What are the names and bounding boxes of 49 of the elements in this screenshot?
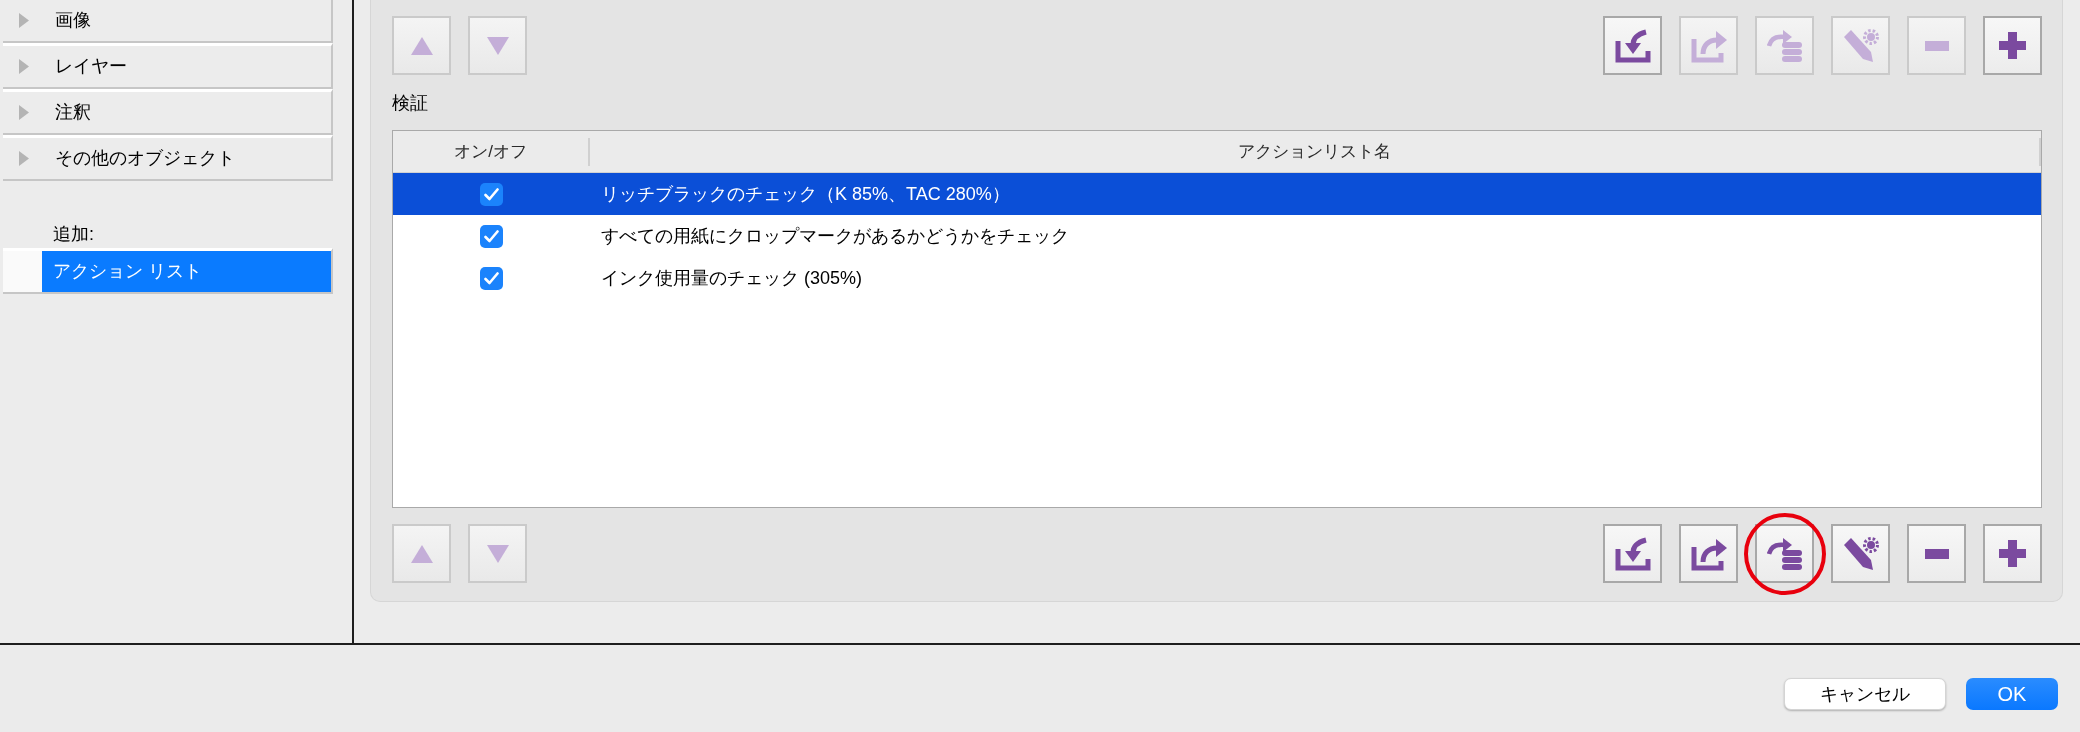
table-row[interactable]: リッチブラックのチェック（K 85%、TAC 280%） [393, 173, 2041, 215]
tray-arrow-out-icon [1690, 536, 1727, 571]
table-cell-text: インク使用量のチェック (305%) [600, 266, 863, 290]
down-triangle-icon [486, 544, 509, 563]
down-triangle-icon [486, 36, 509, 55]
send-to-list-button[interactable] [1755, 524, 1814, 583]
sidebar-item[interactable]: レイヤー [3, 43, 333, 89]
remove-button[interactable] [1907, 524, 1966, 583]
import-button[interactable] [1603, 16, 1662, 75]
up-triangle-icon [410, 36, 433, 55]
disclosure-triangle-icon [19, 151, 29, 166]
pencil-gear-icon [1842, 536, 1879, 571]
arrow-stack-icon [1766, 536, 1803, 571]
checkbox[interactable] [479, 224, 503, 248]
table-cell-text: リッチブラックのチェック（K 85%、TAC 280%） [600, 182, 1010, 206]
minus-icon [1924, 40, 1949, 51]
tray-arrow-in-icon [1614, 536, 1651, 571]
disclosure-triangle-icon [19, 13, 29, 28]
arrow-stack-icon [1766, 28, 1803, 63]
sidebar-item[interactable]: 注釈 [3, 89, 333, 135]
cancel-button[interactable]: キャンセル [1784, 678, 1946, 710]
edit-settings-button[interactable] [1831, 524, 1890, 583]
up-triangle-icon [410, 544, 433, 563]
sidebar-item[interactable]: その他のオブジェクト [3, 135, 333, 181]
checkmark-icon [483, 271, 499, 285]
plus-icon [1999, 540, 2026, 567]
sidebar-item[interactable]: 画像 [3, 0, 333, 43]
column-header[interactable]: アクションリスト名 [590, 138, 2039, 165]
export-button[interactable] [1679, 524, 1738, 583]
import-button[interactable] [1603, 524, 1662, 583]
disclosure-triangle-icon [19, 59, 29, 74]
minus-icon [1924, 548, 1949, 559]
table-cell-text: すべての用紙にクロップマークがあるかどうかをチェック [600, 224, 1069, 248]
tray-arrow-in-icon [1614, 28, 1651, 63]
ok-button[interactable]: OK [1966, 678, 2058, 710]
pencil-gear-icon [1842, 28, 1879, 63]
sidebar-item[interactable]: アクション リスト [3, 248, 333, 294]
checkmark-icon [483, 229, 499, 243]
add-button[interactable] [1983, 524, 2042, 583]
column-header[interactable]: オン/オフ [393, 138, 588, 165]
plus-icon [1999, 32, 2026, 59]
checkbox[interactable] [479, 182, 503, 206]
disclosure-triangle-icon [19, 105, 29, 120]
add-button[interactable] [1983, 16, 2042, 75]
checkbox[interactable] [479, 266, 503, 290]
tray-arrow-out-icon [1690, 28, 1727, 63]
section-title: 検証 [392, 92, 429, 115]
section-label: 追加: [52, 223, 95, 246]
checkmark-icon [483, 187, 499, 201]
